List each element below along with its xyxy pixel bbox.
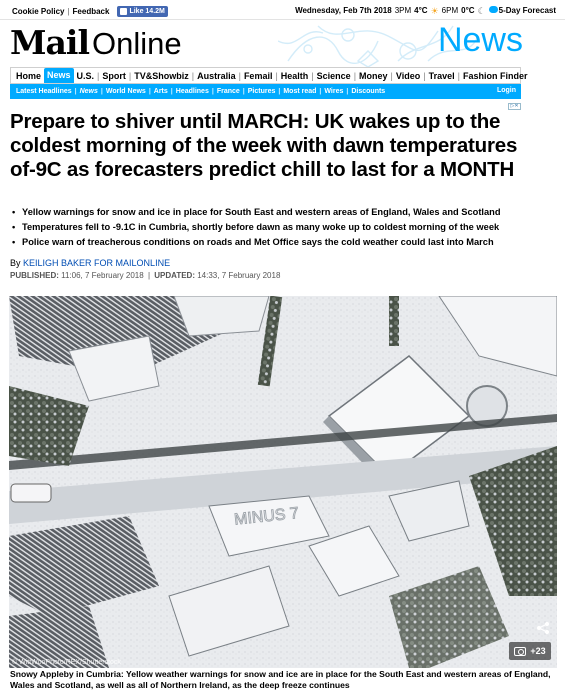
main-nav: Home News U.S. | Sport | TV&Showbiz | Au…: [10, 67, 527, 84]
byline: By KEILIGH BAKER FOR MAILONLINE: [10, 258, 170, 268]
subnav-divider: |: [346, 88, 349, 95]
published-date: 11:06, 7 February 2018: [61, 271, 144, 280]
gallery-button[interactable]: +23: [509, 642, 551, 660]
current-date: Wednesday, Feb 7th 2018: [295, 6, 392, 15]
logo-online: Online: [91, 26, 182, 61]
gallery-count: +23: [530, 646, 546, 656]
summary-bullet: Temperatures fell to -9.1C in Cumbria, s…: [12, 220, 542, 235]
subnav-item-pictures[interactable]: Pictures: [245, 88, 279, 95]
nav-item-tvshowbiz[interactable]: TV&Showbiz: [131, 71, 192, 81]
subnav-divider: |: [170, 88, 173, 95]
sun-icon: ☀: [430, 5, 439, 16]
subnav-divider: |: [148, 88, 151, 95]
published-label: PUBLISHED:: [10, 271, 59, 280]
nav-item-travel[interactable]: Travel: [426, 71, 458, 81]
subnav-item-arts[interactable]: Arts: [151, 88, 171, 95]
author-link[interactable]: KEILIGH BAKER FOR MAILONLINE: [23, 258, 170, 268]
weather-temp-1: 4°C: [414, 6, 428, 15]
subnav-divider: |: [278, 88, 281, 95]
summary-bullet: Police warn of treacherous conditions on…: [12, 235, 542, 250]
nav-item-home[interactable]: Home: [13, 71, 44, 81]
subnav-divider: |: [74, 88, 77, 95]
nav-item-sport[interactable]: Sport: [99, 71, 129, 81]
article-dates: PUBLISHED: 11:06, 7 February 2018 | UPDA…: [10, 271, 280, 280]
dates-divider: |: [147, 271, 151, 280]
subnav-item-news[interactable]: News: [77, 88, 101, 95]
subnav-divider: |: [319, 88, 322, 95]
subnav-divider: |: [211, 88, 214, 95]
article-headline: Prepare to shiver until MARCH: UK wakes …: [10, 110, 518, 181]
moon-icon: ☾: [477, 5, 486, 16]
utility-bar: Cookie Policy | Feedback Like 14.2M Wedn…: [0, 0, 565, 20]
share-icon[interactable]: [536, 621, 550, 635]
nav-item-health[interactable]: Health: [278, 71, 312, 81]
nav-item-video[interactable]: Video: [393, 71, 423, 81]
adchoices-icon[interactable]: ▷✕: [508, 103, 521, 110]
cloud-icon: [488, 6, 498, 13]
photo-caption: Snowy Appleby in Cumbria: Yellow weather…: [10, 669, 551, 690]
section-title: News: [437, 21, 523, 59]
masthead: Mail Online News: [0, 21, 565, 67]
updated-label: UPDATED:: [154, 271, 195, 280]
sub-nav: Latest Headlines | News | World News | A…: [10, 84, 521, 99]
subnav-item-latest-headlines[interactable]: Latest Headlines: [13, 88, 75, 95]
photo-credit: © WittWooPhoto/REX/Shutterstock: [12, 659, 121, 666]
subnav-item-wires[interactable]: Wires: [321, 88, 346, 95]
logo-mail: Mail: [10, 23, 90, 62]
thumbs-up-icon: [120, 8, 128, 15]
nav-item-australia[interactable]: Australia: [194, 71, 239, 81]
subnav-item-headlines[interactable]: Headlines: [173, 88, 212, 95]
subnav-divider: |: [100, 88, 103, 95]
article-photo[interactable]: MINUS 7 © WittWooPhoto/REX/Shutterstock …: [9, 296, 557, 668]
weather-time-1: 3PM: [394, 6, 412, 15]
nav-item-fashion-finder[interactable]: Fashion Finder: [460, 71, 531, 81]
forecast-label: 5-Day Forecast: [498, 6, 556, 15]
subnav-item-most-read[interactable]: Most read: [280, 88, 319, 95]
subnav-item-discounts[interactable]: Discounts: [348, 88, 388, 95]
five-day-forecast-link[interactable]: 5-Day Forecast: [488, 6, 556, 15]
divider: |: [67, 7, 70, 16]
facebook-like-label: Like 14.2M: [129, 8, 165, 15]
nav-item-femail[interactable]: Femail: [241, 71, 276, 81]
nav-item-science[interactable]: Science: [314, 71, 354, 81]
subnav-item-france[interactable]: France: [214, 88, 243, 95]
aerial-snow-scene: MINUS 7: [9, 296, 557, 668]
byline-prefix: By: [10, 258, 21, 268]
feedback-link[interactable]: Feedback: [73, 7, 110, 16]
nav-item-us[interactable]: U.S.: [74, 71, 98, 81]
cookie-policy-link[interactable]: Cookie Policy: [12, 7, 64, 16]
facebook-like-button[interactable]: Like 14.2M: [117, 6, 168, 17]
subnav-item-world-news[interactable]: World News: [103, 88, 149, 95]
updated-date: 14:33, 7 February 2018: [197, 271, 281, 280]
camera-icon: [514, 646, 527, 656]
weather-time-2: 6PM: [441, 6, 459, 15]
subnav-divider: |: [242, 88, 245, 95]
article-summary: Yellow warnings for snow and ice in plac…: [12, 205, 542, 250]
weather-temp-2: 0°C: [461, 6, 475, 15]
site-logo[interactable]: Mail Online: [10, 23, 182, 62]
nav-item-news[interactable]: News: [44, 68, 74, 83]
login-link[interactable]: Login: [497, 87, 516, 94]
nav-item-money[interactable]: Money: [356, 71, 391, 81]
summary-bullet: Yellow warnings for snow and ice in plac…: [12, 205, 542, 220]
